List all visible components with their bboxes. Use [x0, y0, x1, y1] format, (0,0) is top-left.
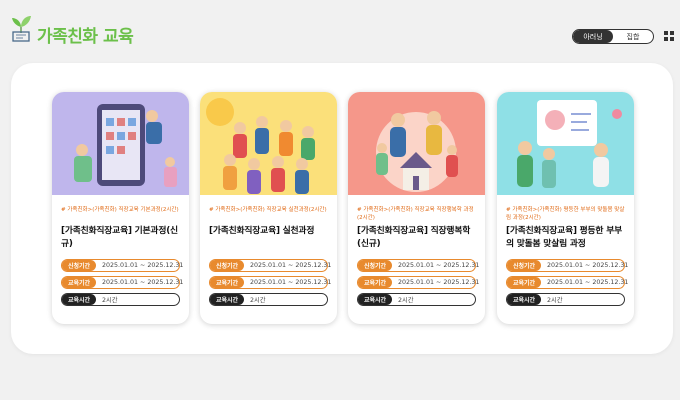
- edu-period-value: 2025.01.01 ~ 2025.12.31: [398, 279, 480, 286]
- apply-period-row: 신청기간 2025.01.01 ~ 2025.12.31: [209, 259, 332, 272]
- edu-period-label: 교육기간: [358, 277, 392, 288]
- course-card[interactable]: # 가족친화>(가족친화) 직장교육 실천과정(2시간) [가족친화직장교육] …: [200, 92, 337, 324]
- apply-period-row: 신청기간 2025.01.01 ~ 2025.12.31: [357, 259, 480, 272]
- edu-period-label: 교육기간: [62, 277, 96, 288]
- edu-time-label: 교육시간: [210, 294, 244, 305]
- edu-time-row: 교육시간 2시간: [357, 293, 476, 306]
- edu-period-row: 교육기간 2025.01.01 ~ 2025.12.31: [61, 276, 184, 289]
- grid-view-icon[interactable]: [664, 31, 674, 41]
- course-card[interactable]: # 가족친화>(가족친화) 평등한 부부의 맞돌봄 맞살림 과정(2시간) [가…: [497, 92, 634, 324]
- page-title: 가족친화 교육: [37, 27, 134, 47]
- edu-time-label: 교육시간: [507, 294, 541, 305]
- edu-period-row: 교육기간 2025.01.01 ~ 2025.12.31: [209, 276, 332, 289]
- page-header: 가족친화 교육 아러닝 집합: [0, 0, 680, 58]
- apply-period-value: 2025.01.01 ~ 2025.12.31: [398, 262, 480, 269]
- edu-time-row: 교육시간 2시간: [209, 293, 328, 306]
- course-thumbnail: [348, 92, 485, 195]
- course-category: # 가족친화>(가족친화) 직장교육 직장행복학 과정(2시간): [357, 207, 474, 221]
- view-toggle: 아러닝 집합: [572, 29, 654, 44]
- edu-period-row: 교육기간 2025.01.01 ~ 2025.12.31: [506, 276, 629, 289]
- course-card[interactable]: # 가족친화>(가족친화) 직장교육 직장행복학 과정(2시간) [가족친화직장…: [348, 92, 485, 324]
- apply-period-value: 2025.01.01 ~ 2025.12.31: [547, 262, 629, 269]
- course-thumbnail: [497, 92, 634, 195]
- edu-period-label: 교육기간: [210, 277, 244, 288]
- edu-time-value: 2시간: [398, 297, 414, 304]
- course-title[interactable]: [가족친화직장교육] 기본과정(신규): [61, 225, 184, 251]
- course-card[interactable]: # 가족친화>(가족친화) 직장교육 기본과정(2시간) [가족친화직장교육] …: [52, 92, 189, 324]
- edu-time-value: 2시간: [547, 297, 563, 304]
- edu-period-label: 교육기간: [507, 277, 541, 288]
- course-title[interactable]: [가족친화직장교육] 평등한 부부의 맞돌봄 맞살림 과정: [506, 225, 629, 251]
- apply-period-value: 2025.01.01 ~ 2025.12.31: [250, 262, 332, 269]
- edu-time-value: 2시간: [250, 297, 266, 304]
- apply-period-row: 신청기간 2025.01.01 ~ 2025.12.31: [506, 259, 629, 272]
- edu-period-value: 2025.01.01 ~ 2025.12.31: [250, 279, 332, 286]
- edu-time-row: 교육시간 2시간: [506, 293, 625, 306]
- edu-period-value: 2025.01.01 ~ 2025.12.31: [102, 279, 184, 286]
- course-title[interactable]: [가족친화직장교육] 실천과정: [209, 225, 332, 238]
- edu-time-label: 교육시간: [62, 294, 96, 305]
- course-category: # 가족친화>(가족친화) 평등한 부부의 맞돌봄 맞살림 과정(2시간): [506, 207, 625, 221]
- course-thumbnail: [52, 92, 189, 195]
- edu-time-label: 교육시간: [358, 294, 392, 305]
- edu-period-row: 교육기간 2025.01.01 ~ 2025.12.31: [357, 276, 480, 289]
- apply-period-label: 신청기간: [358, 260, 392, 271]
- course-thumbnail: [200, 92, 337, 195]
- edu-time-row: 교육시간 2시간: [61, 293, 180, 306]
- course-title[interactable]: [가족친화직장교육] 직장행복학(신규): [357, 225, 480, 251]
- course-category: # 가족친화>(가족친화) 직장교육 기본과정(2시간): [61, 207, 179, 213]
- apply-period-label: 신청기간: [210, 260, 244, 271]
- apply-period-label: 신청기간: [507, 260, 541, 271]
- toggle-elearning[interactable]: 아러닝: [573, 30, 613, 43]
- edu-period-value: 2025.01.01 ~ 2025.12.31: [547, 279, 629, 286]
- apply-period-value: 2025.01.01 ~ 2025.12.31: [102, 262, 184, 269]
- apply-period-row: 신청기간 2025.01.01 ~ 2025.12.31: [61, 259, 184, 272]
- apply-period-label: 신청기간: [62, 260, 96, 271]
- toggle-group[interactable]: 집합: [613, 30, 653, 43]
- plant-logo-icon: [12, 16, 31, 42]
- edu-time-value: 2시간: [102, 297, 118, 304]
- course-category: # 가족친화>(가족친화) 직장교육 실천과정(2시간): [209, 207, 327, 213]
